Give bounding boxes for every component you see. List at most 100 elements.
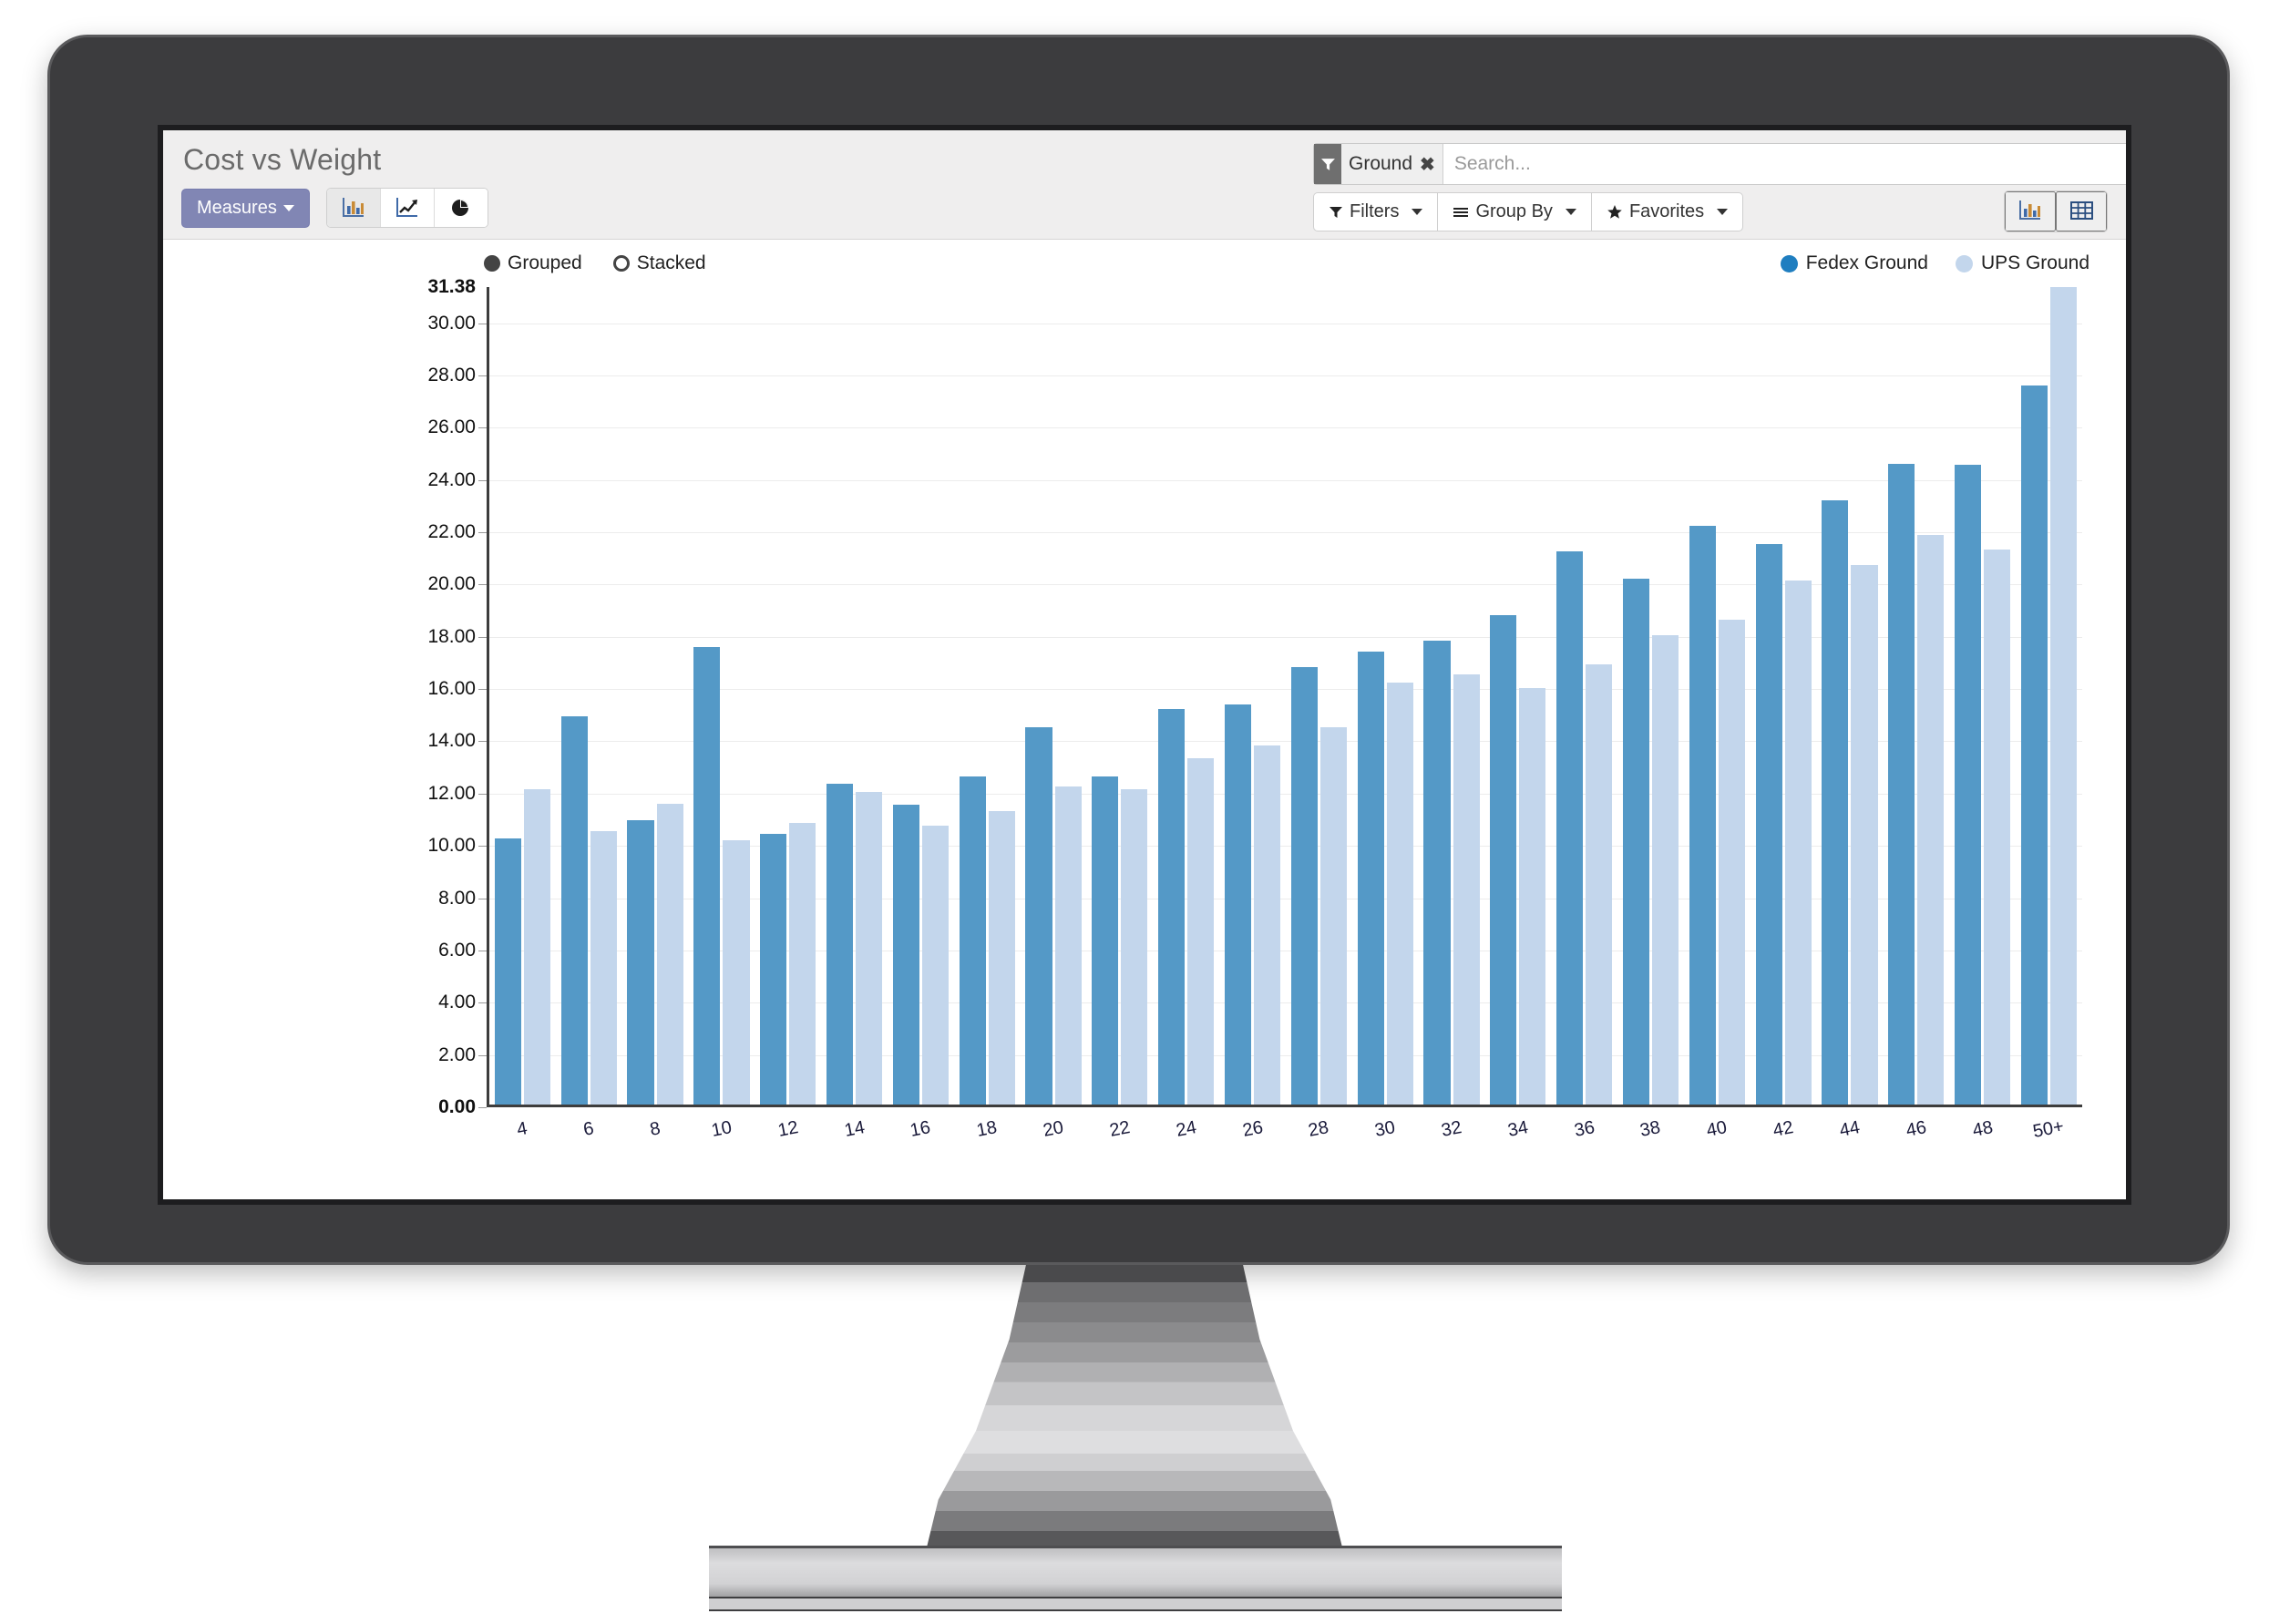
bar-chart-button[interactable]	[326, 189, 381, 227]
bar-category-group: 8	[622, 287, 689, 1140]
search-facet-ground[interactable]: Ground ✖	[1314, 144, 1443, 184]
group-by-button[interactable]: Group By	[1437, 192, 1591, 231]
bar-series-1[interactable]	[1556, 550, 1584, 1105]
bar-series-2[interactable]	[789, 823, 816, 1105]
bar-series-2[interactable]	[1386, 682, 1413, 1105]
bar-series-2[interactable]	[1121, 789, 1148, 1105]
legend-color-swatch	[1955, 254, 1973, 272]
bar-series-2[interactable]	[1917, 535, 1945, 1105]
radio-grouped-label: Grouped	[508, 252, 582, 273]
x-axis-tick-label: 6	[581, 1118, 596, 1140]
measures-button[interactable]: Measures	[181, 188, 310, 228]
legend-label: Fedex Ground	[1805, 252, 1928, 273]
bar-category-group: 10	[688, 287, 755, 1141]
screen: Cost vs Weight Measures Ground ✖ Search.…	[163, 130, 2126, 1199]
bar-series-2[interactable]	[1254, 745, 1281, 1105]
bar-series-2[interactable]	[1718, 620, 1745, 1105]
bar-series-1[interactable]	[1158, 708, 1186, 1105]
bar-category-group: 4	[489, 287, 556, 1140]
bar-series-2[interactable]	[1453, 674, 1480, 1105]
bar-series-1[interactable]	[560, 716, 588, 1105]
bar-series-1[interactable]	[1822, 499, 1849, 1105]
y-axis-tick-mark	[478, 532, 487, 534]
radio-stacked[interactable]: Stacked	[612, 252, 706, 274]
chart-type-button-group	[325, 188, 488, 228]
line-chart-button[interactable]	[380, 189, 435, 227]
bar-series-1[interactable]	[1755, 544, 1782, 1105]
close-icon[interactable]: ✖	[1420, 153, 1435, 176]
legend-item-series-1[interactable]: Fedex Ground	[1780, 252, 1928, 274]
x-axis-tick-label: 8	[648, 1118, 662, 1140]
search-input[interactable]	[1443, 153, 2126, 175]
bar-series-1[interactable]	[760, 833, 787, 1105]
pie-chart-button[interactable]	[434, 189, 488, 227]
bar-category-group: 42	[1751, 287, 1817, 1141]
bar-category-group: 34	[1484, 287, 1551, 1141]
bar-category-group: 40	[1684, 287, 1751, 1141]
bar-series-2[interactable]	[723, 839, 750, 1105]
bar-series-1[interactable]	[1224, 704, 1252, 1105]
bar-series-1[interactable]	[1092, 776, 1119, 1105]
bar-series-2[interactable]	[988, 811, 1015, 1105]
bar-series-2[interactable]	[1054, 786, 1082, 1105]
bar-series-2[interactable]	[590, 830, 617, 1105]
bar-series-2[interactable]	[1652, 635, 1679, 1105]
bar-series-1[interactable]	[1888, 463, 1915, 1105]
list-view-button[interactable]	[2056, 191, 2107, 231]
plot-area: 0.00 2.00 4.00 6.00 8.00 10.00 12.00 14.00 16.00…	[427, 276, 2082, 1142]
search-bar[interactable]: Ground ✖	[1313, 143, 2126, 185]
legend-item-series-2[interactable]: UPS Ground	[1955, 252, 2089, 274]
bar-series-1[interactable]	[1423, 641, 1451, 1105]
bar-series-1[interactable]	[826, 784, 854, 1105]
bar-series-1[interactable]	[1689, 526, 1716, 1105]
bar-series-2[interactable]	[1851, 565, 1878, 1105]
bar-series-1[interactable]	[1357, 651, 1384, 1105]
bar-series-1[interactable]	[959, 776, 986, 1105]
bar-chart-icon	[2019, 200, 2040, 220]
y-axis-tick-mark	[478, 1054, 487, 1056]
bar-category-group: 46	[1883, 287, 1949, 1141]
bar-series-1[interactable]	[2020, 385, 2048, 1105]
bar-series-2[interactable]	[1519, 687, 1546, 1105]
bar-series-2[interactable]	[1187, 757, 1215, 1105]
bar-series-1[interactable]	[1025, 726, 1052, 1105]
y-axis-tick-mark	[478, 689, 487, 691]
y-axis-tick-mark	[478, 1002, 487, 1004]
bar-series-1[interactable]	[892, 805, 919, 1105]
x-axis-tick-label: 10	[709, 1117, 734, 1141]
bar-series-2[interactable]	[1586, 663, 1613, 1105]
filters-button[interactable]: Filters	[1313, 192, 1438, 231]
x-axis-tick-label: 50+	[2031, 1115, 2067, 1143]
radio-grouped[interactable]: Grouped	[484, 252, 582, 274]
table-grid-icon	[2069, 200, 2093, 220]
bar-category-group: 18	[954, 287, 1021, 1141]
bar-series-2[interactable]	[856, 791, 883, 1105]
bar-category-group: 50+	[2016, 287, 2082, 1142]
bar-series-2[interactable]	[656, 803, 683, 1105]
bar-series-1[interactable]	[627, 820, 654, 1105]
bar-series-1[interactable]	[1490, 614, 1517, 1105]
chevron-down-icon	[1412, 209, 1423, 215]
bar-series-2[interactable]	[1319, 726, 1347, 1105]
y-axis-tick-mark	[478, 427, 487, 429]
bar-series-2[interactable]	[2049, 287, 2078, 1105]
bar-series-1[interactable]	[1290, 666, 1318, 1105]
measures-label: Measures	[197, 197, 277, 218]
graph-view-button[interactable]	[2005, 191, 2056, 231]
bar-series-2[interactable]	[921, 826, 949, 1105]
chart-mode-radios: Grouped Stacked	[484, 252, 706, 274]
bar-series-2[interactable]	[1784, 581, 1812, 1105]
bar-series-1[interactable]	[494, 838, 521, 1105]
bar-series-1[interactable]	[1622, 578, 1649, 1105]
bar-series-2[interactable]	[1984, 550, 2011, 1105]
y-axis-tick-mark	[478, 793, 487, 795]
bar-series-1[interactable]	[693, 647, 721, 1105]
x-axis-tick-label: 34	[1505, 1117, 1530, 1141]
chevron-down-icon	[282, 204, 294, 211]
bar-series-1[interactable]	[1955, 465, 1982, 1105]
bar-series-2[interactable]	[523, 789, 551, 1105]
favorites-button[interactable]: Favorites	[1590, 192, 1744, 231]
x-axis-tick-label: 22	[1107, 1117, 1132, 1141]
monitor-stand-neck	[926, 1265, 1343, 1551]
screenshot-stage: Cost vs Weight Measures Ground ✖ Search.…	[0, 0, 2269, 1624]
